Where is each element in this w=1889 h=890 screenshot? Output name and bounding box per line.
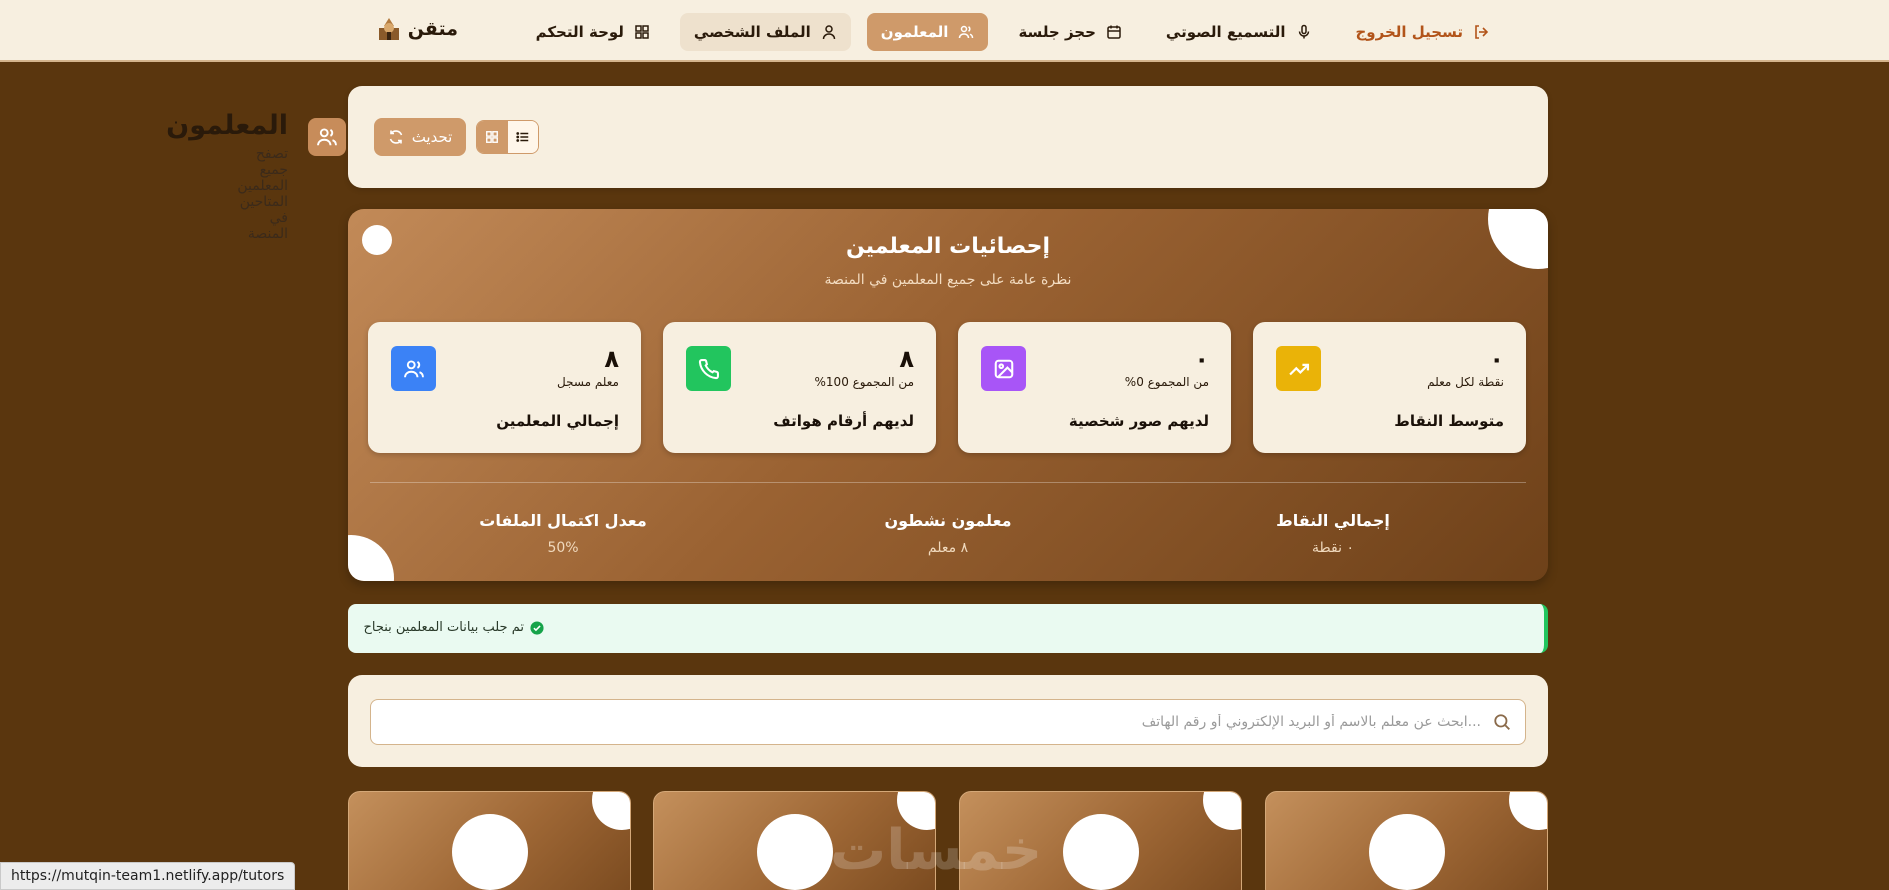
check-circle-icon: [530, 620, 544, 635]
nav-logout[interactable]: تسجيل الخروج: [1342, 13, 1504, 51]
nav-dashboard-label: لوحة التحكم: [535, 23, 624, 41]
decorative-circle: [1203, 792, 1241, 830]
nav-logout-label: تسجيل الخروج: [1355, 23, 1464, 41]
stat-unit: من المجموع 100%: [814, 375, 914, 389]
summary-label: معلمون نشطون: [884, 511, 1012, 530]
refresh-icon: [389, 130, 402, 144]
success-alert: تم جلب بيانات المعلمين بنجاح: [348, 604, 1548, 653]
stats-subtitle: نظرة عامة على جميع المعلمين في المنصة: [824, 272, 1072, 288]
nav-book-label: حجز جلسة: [1018, 23, 1096, 41]
nav-dashboard[interactable]: لوحة التحكم: [522, 13, 664, 51]
alert-message: تم جلب بيانات المعلمين بنجاح: [363, 620, 524, 635]
tutor-card[interactable]: [348, 791, 631, 890]
summary-label: معدل اكتمال الملفات: [479, 511, 647, 530]
stat-label: لديهم أرقام هواتف: [773, 412, 914, 430]
decorative-circle: [592, 792, 630, 830]
stat-unit: معلم مسجل: [557, 375, 619, 389]
tutor-avatar: [1063, 814, 1139, 890]
search-icon: [1493, 713, 1511, 735]
nav-voice-recitation[interactable]: التسميع الصوتي: [1152, 13, 1326, 51]
tutor-avatar: [1369, 814, 1445, 890]
tutor-avatar: [757, 814, 833, 890]
stat-label: لديهم صور شخصية: [1068, 412, 1209, 430]
list-icon: [516, 132, 528, 142]
stat-value: ٨: [604, 345, 619, 373]
stat-cards: ٠ نقطة لكل معلم متوسط النقاط ٠ من المجمو…: [368, 322, 1526, 453]
stats-divider: [370, 482, 1526, 483]
users-icon: [317, 128, 337, 146]
trending-up-icon: [1276, 346, 1321, 391]
summary-value: 50%: [547, 540, 579, 556]
page-header: المعلمون تصفح جميع المعلمين المتاحين في …: [166, 86, 1548, 242]
stat-card-average-points: ٠ نقطة لكل معلم متوسط النقاط: [1253, 322, 1526, 453]
stat-value: ٨: [899, 345, 914, 373]
summary-total-points: إجمالي النقاط ٠ نقطة: [1183, 511, 1483, 556]
users-icon: [959, 25, 974, 39]
brand-name: متقن: [407, 18, 458, 40]
grid-icon: [486, 131, 499, 143]
tutor-avatar: [452, 814, 528, 890]
stat-value: ٠: [1489, 345, 1504, 373]
grid-icon: [635, 25, 649, 39]
view-toggle: [476, 120, 539, 154]
microphone-icon: [1298, 24, 1309, 39]
stat-label: متوسط النقاط: [1394, 412, 1504, 430]
summary-value: ٠ نقطة: [1312, 540, 1354, 556]
stat-unit: من المجموع 0%: [1124, 375, 1209, 389]
refresh-button[interactable]: تحديث: [374, 118, 466, 156]
page-subtitle: تصفح جميع المعلمين المتاحين في المنصة: [237, 146, 288, 242]
list-view-button[interactable]: [507, 121, 538, 153]
search-box: [370, 699, 1526, 745]
nav-tutors[interactable]: المعلمون: [866, 13, 989, 51]
status-bar-url: https://mutqin-team1.netlify.app/tutors: [0, 862, 296, 890]
search-panel: [348, 675, 1548, 767]
tutor-card[interactable]: [1265, 791, 1548, 890]
nav-tutors-label: المعلمون: [880, 23, 949, 41]
grid-view-button[interactable]: [477, 121, 508, 153]
summary-profile-completion: معدل اكتمال الملفات 50%: [413, 511, 713, 556]
nav-profile[interactable]: الملف الشخصي: [679, 13, 851, 51]
summary-value: ٨ معلم: [927, 540, 969, 556]
nav-profile-label: الملف الشخصي: [693, 23, 811, 41]
stat-card-profile-photos: ٠ من المجموع 0% لديهم صور شخصية: [958, 322, 1231, 453]
nav-menu: تسجيل الخروج التسميع الصوتي حجز جلسة الم…: [522, 13, 1503, 51]
mosque-logo-icon: [378, 18, 399, 40]
summary-active-tutors: معلمون نشطون ٨ معلم: [798, 511, 1098, 556]
brand-logo[interactable]: متقن: [376, 16, 458, 42]
decorative-circle: [348, 535, 394, 581]
stat-card-phone-numbers: ٨ من المجموع 100% لديهم أرقام هواتف: [663, 322, 936, 453]
decorative-circle: [1509, 792, 1547, 830]
watermark-logo: خمسات: [830, 818, 1043, 883]
stats-title: إحصائيات المعلمين: [845, 234, 1051, 259]
calendar-icon: [1107, 25, 1121, 39]
stat-card-total-tutors: ٨ معلم مسجل إجمالي المعلمين: [368, 322, 641, 453]
stat-value: ٠: [1194, 345, 1209, 373]
search-input[interactable]: [391, 700, 1481, 744]
users-icon: [391, 346, 436, 391]
summary-label: إجمالي النقاط: [1276, 511, 1390, 530]
stats-panel: إحصائيات المعلمين نظرة عامة على جميع الم…: [348, 209, 1548, 581]
page-title: المعلمون: [166, 110, 288, 141]
nav-book-session[interactable]: حجز جلسة: [1004, 13, 1135, 51]
header-actions: تحديث: [374, 118, 539, 156]
phone-icon: [686, 346, 731, 391]
nav-voice-label: التسميع الصوتي: [1165, 23, 1286, 41]
page-header-icon: [308, 118, 346, 156]
user-icon: [822, 25, 836, 40]
logout-icon: [1475, 25, 1489, 39]
top-navbar: متقن تسجيل الخروج التسميع الصوتي حجز جلس…: [0, 0, 1889, 62]
refresh-label: تحديث: [411, 128, 453, 146]
image-icon: [981, 346, 1026, 391]
stat-label: إجمالي المعلمين: [496, 412, 619, 430]
stat-unit: نقطة لكل معلم: [1427, 375, 1504, 389]
